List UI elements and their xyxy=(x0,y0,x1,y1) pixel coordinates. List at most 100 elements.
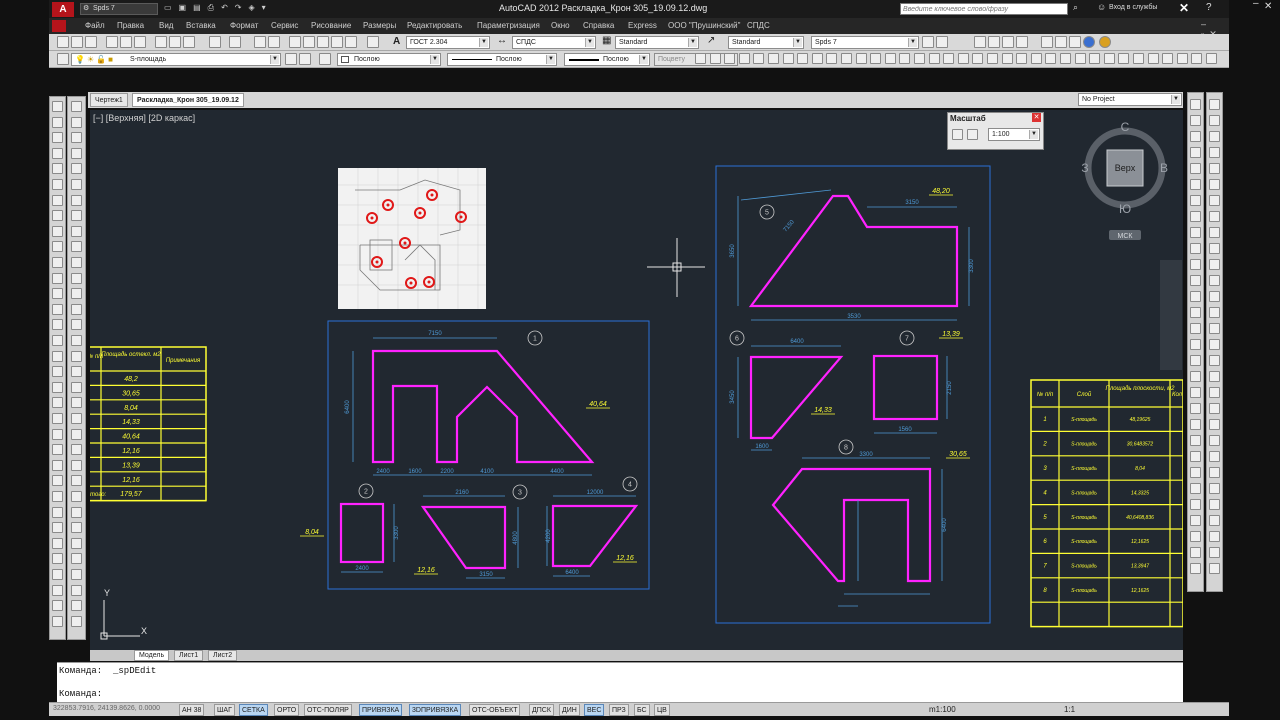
spds-tool-icon[interactable] xyxy=(1209,307,1220,318)
spds-annotation-icon[interactable] xyxy=(1176,53,1188,64)
draw-tool-icon[interactable] xyxy=(52,444,63,456)
status-toggle-6[interactable]: 3DПРИВЯЗКА xyxy=(409,704,462,716)
text-style-select[interactable]: ГОСТ 2.304 ▼ xyxy=(406,36,490,49)
spds-tool-icon[interactable] xyxy=(1209,195,1220,206)
draw-tool-icon[interactable] xyxy=(52,350,63,362)
spds-tool-icon[interactable] xyxy=(1209,371,1220,382)
spds-annotation-icon[interactable] xyxy=(768,53,779,64)
spds-annotation-icon[interactable] xyxy=(1045,53,1057,64)
spds-annotation-icon[interactable] xyxy=(1030,53,1042,64)
spds-annotation-icon[interactable] xyxy=(884,53,896,64)
modify-tool-icon[interactable] xyxy=(71,101,82,112)
modify-tool-icon[interactable] xyxy=(71,491,82,502)
spds-tool-icon[interactable] xyxy=(1209,483,1220,494)
spds-annotation-icon[interactable] xyxy=(724,53,736,64)
scale-panel-close-icon[interactable]: ✕ xyxy=(1032,113,1041,122)
edges-icon[interactable] xyxy=(1055,36,1067,48)
modify-tool-icon[interactable] xyxy=(71,335,82,346)
status-toggle-8[interactable]: ДПСК xyxy=(529,704,554,716)
drawing-area[interactable]: 7150 6400 2400 1600 2200 4100 4400 2400 3300 2160… xyxy=(90,110,1183,650)
make-current-icon[interactable] xyxy=(285,53,297,65)
draw-tool-icon[interactable] xyxy=(52,272,63,284)
spds-annotation-icon[interactable] xyxy=(1191,53,1203,64)
redo-icon[interactable] xyxy=(229,36,241,48)
menu-window[interactable]: Окно xyxy=(551,21,570,30)
draw-tool-icon[interactable] xyxy=(52,600,63,612)
status-toggle-13[interactable]: ЦВ xyxy=(654,704,670,716)
spds-annotation-icon[interactable] xyxy=(987,53,998,64)
spds-annotation-icon[interactable] xyxy=(1074,53,1086,64)
style-manager-icon[interactable] xyxy=(922,36,934,48)
spds-annotation-icon[interactable] xyxy=(811,53,823,64)
spds-annotation-icon[interactable] xyxy=(1206,53,1217,64)
spds-tool-icon[interactable] xyxy=(1190,211,1201,222)
modify-tool-icon[interactable] xyxy=(71,600,82,612)
layer-select[interactable]: 💡☀🔓■ S-площадь ▼ xyxy=(71,53,281,66)
designcenter-icon[interactable] xyxy=(303,36,315,48)
spds-tool-icon[interactable] xyxy=(1209,547,1220,558)
save-icon[interactable] xyxy=(85,36,97,48)
spds-annotation-icon[interactable] xyxy=(1001,53,1013,64)
spds-tool-icon[interactable] xyxy=(1209,115,1220,126)
hidden-icon[interactable] xyxy=(988,36,1000,48)
draw-tool-icon[interactable] xyxy=(52,475,63,487)
conceptual-icon[interactable] xyxy=(1016,36,1028,48)
user-icon[interactable]: ☺ xyxy=(1097,2,1106,12)
spds-annotation-icon[interactable] xyxy=(914,53,925,64)
spds-tool-icon[interactable] xyxy=(1209,467,1220,478)
modify-tool-icon[interactable] xyxy=(71,584,82,596)
status-toggle-2[interactable]: СЕТКА xyxy=(239,704,268,716)
draw-tool-icon[interactable] xyxy=(52,366,63,378)
color-select[interactable]: Послою ▼ xyxy=(337,53,441,66)
command-line[interactable]: Команда: _spDEdit Команда: xyxy=(57,662,1183,702)
spds-tool-icon[interactable] xyxy=(1190,243,1201,254)
spds-annotation-icon[interactable] xyxy=(957,53,969,64)
spds-tool-icon[interactable] xyxy=(1190,371,1201,382)
spds-tool-icon[interactable] xyxy=(1209,179,1220,190)
paste-icon[interactable] xyxy=(183,36,195,48)
menu-express[interactable]: Express xyxy=(628,21,657,30)
modify-tool-icon[interactable] xyxy=(71,506,82,518)
layer-state-icon[interactable] xyxy=(319,53,331,65)
draw-tool-icon[interactable] xyxy=(52,428,63,440)
modify-tool-icon[interactable] xyxy=(71,132,82,144)
sheetset-icon[interactable] xyxy=(331,36,343,48)
material-icon[interactable] xyxy=(1099,36,1111,48)
navigation-bar[interactable] xyxy=(1160,260,1182,370)
new-icon[interactable] xyxy=(57,36,69,48)
wireframe-icon[interactable] xyxy=(974,36,986,48)
draw-tool-icon[interactable] xyxy=(52,163,63,175)
modify-tool-icon[interactable] xyxy=(71,569,82,580)
menu-company[interactable]: ООО "Прушинский" xyxy=(668,21,740,30)
spds-tool-icon[interactable] xyxy=(1190,547,1201,558)
tab-active-drawing[interactable]: Раскладка_Крон 305_19.09.12 xyxy=(132,93,244,107)
draw-tool-icon[interactable] xyxy=(52,335,63,346)
tab-model[interactable]: Модель xyxy=(134,650,170,661)
print-icon[interactable] xyxy=(106,36,118,48)
compass-west[interactable]: З xyxy=(1081,161,1088,175)
modify-tool-icon[interactable] xyxy=(71,350,82,362)
spds-tool-icon[interactable] xyxy=(1190,291,1201,302)
tab-sheet2[interactable]: Лист2 xyxy=(208,650,238,661)
modify-tool-icon[interactable] xyxy=(71,319,82,331)
spds-tool-icon[interactable] xyxy=(1209,563,1220,574)
command-prompt[interactable]: Команда: xyxy=(59,689,102,699)
spds-tool-icon[interactable] xyxy=(1209,323,1220,334)
menu-format[interactable]: Формат xyxy=(230,21,258,30)
spds-tool-icon[interactable] xyxy=(1190,355,1201,366)
zoom-icon[interactable] xyxy=(268,36,280,48)
modify-tool-icon[interactable] xyxy=(71,444,82,456)
spds-annotation-icon[interactable] xyxy=(753,53,765,64)
spds-tool-icon[interactable] xyxy=(1209,531,1220,542)
modify-tool-icon[interactable] xyxy=(71,366,82,378)
menu-spds[interactable]: СПДС xyxy=(747,21,770,30)
spds-tool-icon[interactable] xyxy=(1190,259,1201,270)
modify-tool-icon[interactable] xyxy=(71,522,82,534)
compass-south[interactable]: Ю xyxy=(1119,202,1131,216)
lineweight-select[interactable]: Послою ▼ xyxy=(564,53,650,66)
spds-tool-icon[interactable] xyxy=(1209,515,1220,526)
mleader-style-select[interactable]: Standard ▼ xyxy=(728,36,804,49)
modify-tool-icon[interactable] xyxy=(71,459,82,471)
spds-tool-icon[interactable] xyxy=(1190,163,1201,174)
tab-sheet1[interactable]: Лист1 xyxy=(174,650,204,661)
